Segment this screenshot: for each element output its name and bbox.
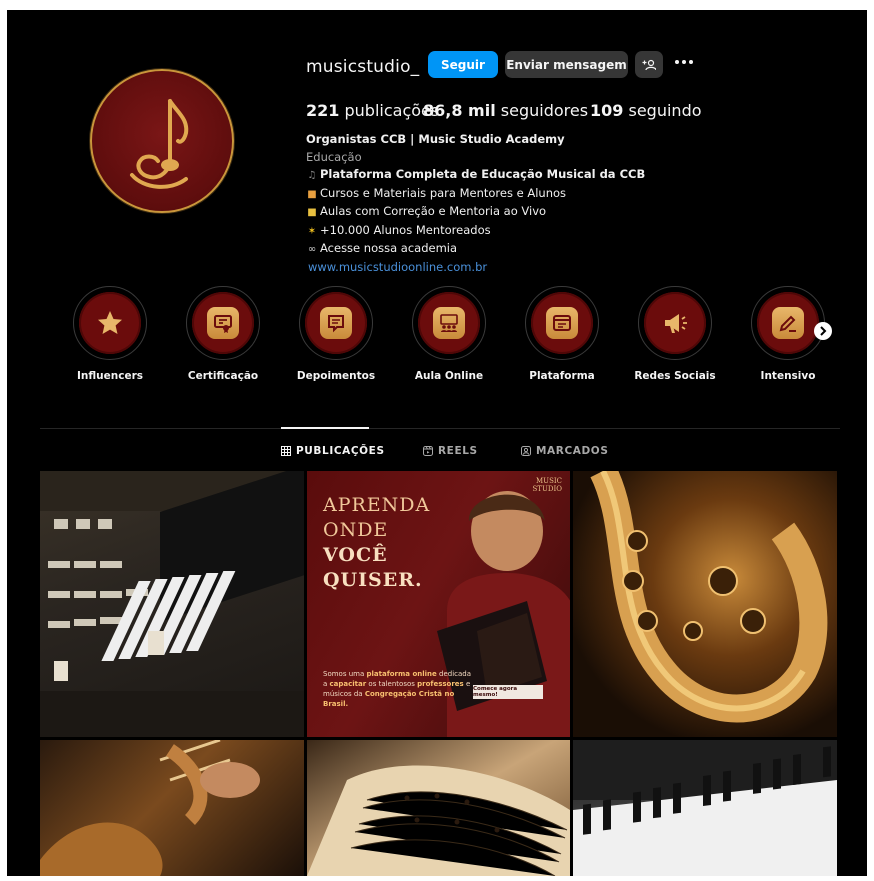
- tab-label: MARCADOS: [536, 445, 609, 457]
- followers-count[interactable]: 86,8 mil seguidores: [423, 101, 588, 120]
- desc-part: Somos uma: [323, 670, 367, 678]
- tab-reels[interactable]: REELS: [423, 445, 478, 457]
- books-emoji-icon: ■: [307, 188, 317, 200]
- violin-image: [40, 740, 260, 876]
- posts-count: 221 publicações: [306, 101, 439, 120]
- active-tab-indicator: [281, 427, 369, 429]
- people-icon: [440, 314, 458, 332]
- bio-website-link[interactable]: www.musicstudioonline.com.br: [308, 260, 487, 274]
- music-note-emoji-icon: ♫: [307, 170, 317, 181]
- highlight-certificacao[interactable]: Certificação: [168, 286, 278, 382]
- add-person-icon: [642, 59, 656, 70]
- highlight-label: Aula Online: [414, 370, 484, 382]
- bio-line-3: Aulas com Correção e Mentoria ao Vivo: [320, 204, 547, 218]
- tab-label: REELS: [438, 445, 478, 457]
- highlight-label: Influencers: [76, 370, 143, 382]
- tab-posts[interactable]: PUBLICAÇÕES: [281, 445, 385, 457]
- highlight-label: Depoimentos: [296, 370, 376, 382]
- link-emoji-icon: ∞: [307, 244, 317, 255]
- chevron-right-icon: [820, 326, 827, 336]
- edit-icon: [779, 315, 796, 332]
- brand-line-2: STUDIO: [532, 485, 562, 493]
- following-count-value: 109: [590, 101, 624, 120]
- saxophone-image: [590, 471, 828, 723]
- organ-console-image: [40, 471, 304, 737]
- certificate-icon: [214, 315, 232, 333]
- notebook-emoji-icon: ■: [307, 207, 317, 218]
- sheet-music-image: [307, 765, 570, 876]
- post-thumbnail-featured[interactable]: MUSIC STUDIO APRENDA ONDE VOCÊ QUISER. S…: [307, 471, 570, 737]
- story-highlights: Influencers Certificação Depoimentos Aul…: [7, 286, 867, 396]
- bio-name: Organistas CCB | Music Studio Academy: [306, 132, 565, 146]
- bio-line-1: Plataforma Completa de Educação Musical …: [320, 167, 646, 181]
- desc-part: plataforma online: [366, 670, 437, 678]
- desc-part: os talentosos: [366, 680, 418, 688]
- following-count[interactable]: 109 seguindo: [590, 101, 702, 120]
- posts-count-value: 221: [306, 101, 340, 120]
- more-dots-icon: [675, 59, 693, 64]
- post-thumbnail[interactable]: [307, 740, 570, 876]
- bio-category: Educação: [306, 149, 362, 164]
- desc-part: capacitar: [329, 680, 367, 688]
- highlight-label: Redes Sociais: [634, 370, 716, 382]
- post-thumbnail[interactable]: [573, 471, 837, 737]
- post-description: Somos uma plataforma online dedicada a c…: [323, 669, 473, 709]
- highlight-label: Plataforma: [529, 370, 595, 382]
- followers-count-label: seguidores: [500, 101, 589, 120]
- reels-icon: [423, 446, 433, 456]
- post-cta-badge: Comece agora mesmo!: [473, 685, 543, 699]
- send-message-button[interactable]: Enviar mensagem: [505, 51, 628, 78]
- bio-line-5: Acesse nossa academia: [320, 241, 458, 255]
- highlight-influencers[interactable]: Influencers: [55, 286, 165, 382]
- headline-line-2: ONDE: [323, 519, 389, 541]
- tabs-divider: [40, 428, 840, 429]
- post-thumbnail[interactable]: [40, 471, 304, 737]
- post-brand-logo: MUSIC STUDIO: [533, 477, 562, 493]
- post-thumbnail[interactable]: [40, 740, 304, 876]
- megaphone-icon: [665, 314, 687, 333]
- highlight-plataforma[interactable]: Plataforma: [507, 286, 617, 382]
- profile-page: musicstudio_ Seguir Enviar mensagem 221 …: [7, 10, 867, 876]
- highlight-label: Certificação: [187, 370, 259, 382]
- highlights-next-button[interactable]: [814, 322, 832, 340]
- follow-button[interactable]: Seguir: [428, 51, 498, 78]
- post-thumbnail[interactable]: [573, 740, 837, 876]
- more-options-button[interactable]: [671, 48, 697, 75]
- suggest-users-button[interactable]: [635, 51, 663, 78]
- highlight-aula-online[interactable]: Aula Online: [394, 286, 504, 382]
- sparkle-emoji-icon: ✶: [307, 225, 317, 237]
- headline-line-1: APRENDA: [323, 494, 431, 516]
- profile-bio: Organistas CCB | Music Studio Academy Ed…: [306, 131, 706, 276]
- following-count-label: seguindo: [628, 101, 702, 120]
- music-note-logo-icon: [130, 99, 189, 189]
- tab-tagged[interactable]: MARCADOS: [521, 445, 609, 457]
- brand-line-1: MUSIC: [536, 477, 562, 485]
- grid-icon: [281, 446, 291, 456]
- desc-part: professores: [417, 680, 464, 688]
- bio-line-2: Cursos e Materiais para Mentores e Aluno…: [320, 185, 567, 200]
- profile-username: musicstudio_: [306, 57, 420, 77]
- piano-keys-image: [573, 740, 837, 876]
- post-headline: APRENDA ONDE VOCÊ QUISER.: [323, 493, 430, 593]
- headline-line-3: VOCÊ: [323, 544, 388, 566]
- highlight-redes-sociais[interactable]: Redes Sociais: [620, 286, 730, 382]
- bio-line-4: +10.000 Alunos Mentoreados: [320, 222, 491, 237]
- star-icon: [98, 311, 122, 334]
- comment-icon: [328, 315, 344, 333]
- followers-count-value: 86,8 mil: [423, 101, 496, 120]
- highlight-label: Intensivo: [760, 370, 816, 382]
- browser-icon: [553, 315, 571, 331]
- highlight-depoimentos[interactable]: Depoimentos: [281, 286, 391, 382]
- headline-line-4: QUISER.: [323, 569, 423, 591]
- tab-label: PUBLICAÇÕES: [296, 445, 385, 457]
- profile-avatar[interactable]: [90, 69, 234, 213]
- tagged-icon: [521, 446, 531, 456]
